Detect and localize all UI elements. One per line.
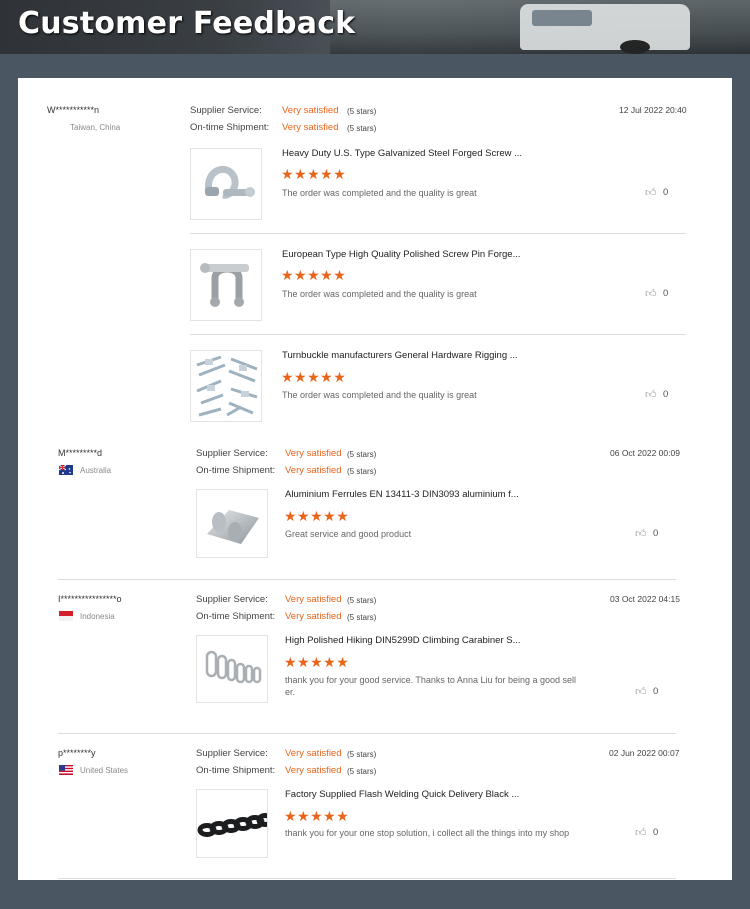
divider (58, 579, 676, 580)
united-states-flag-icon (59, 765, 73, 775)
product-thumbnail[interactable] (190, 148, 262, 220)
reviewer-country: Indonesia (80, 612, 115, 621)
on-time-shipment-rating: Very satisfied (285, 765, 342, 776)
product-rating-stars: ★★★★★ (284, 654, 350, 670)
like-count: 0 (653, 686, 659, 697)
reviewer-name: p********y (58, 748, 96, 758)
thumbs-up-icon[interactable]: 👍︎ (645, 287, 657, 300)
on-time-shipment-label: On-time Shipment: (196, 765, 276, 776)
supplier-service-stars: (5 stars) (347, 750, 377, 759)
supplier-service-label: Supplier Service: (190, 105, 262, 116)
thumbs-up-icon[interactable]: 👍︎ (645, 388, 657, 401)
reviewer-country: Taiwan, China (70, 123, 121, 132)
review-date: 02 Jun 2022 00:07 (609, 748, 680, 758)
divider (58, 733, 676, 734)
thumbs-up-icon[interactable]: 👍︎ (635, 826, 647, 839)
like-count: 0 (663, 389, 669, 400)
product-title-link[interactable]: European Type High Quality Polished Scre… (282, 249, 521, 260)
thumbs-up-icon[interactable]: 👍︎ (635, 527, 647, 540)
banner-truck-image (520, 4, 690, 54)
page-title: Customer Feedback (18, 6, 356, 41)
review-comment: thank you for your one stop solution, i … (285, 828, 570, 838)
divider (190, 334, 686, 335)
review-comment-line-2: er. (285, 687, 296, 697)
thumbs-up-icon[interactable]: 👍︎ (635, 685, 647, 698)
review-comment: Great service and good product (285, 529, 412, 539)
product-rating-stars: ★★★★★ (281, 267, 347, 283)
review-comment: The order was completed and the quality … (282, 188, 477, 198)
product-thumbnail[interactable] (196, 635, 268, 703)
product-thumbnail[interactable] (190, 249, 262, 321)
product-rating-stars: ★★★★★ (284, 508, 350, 524)
divider (58, 878, 676, 879)
product-title-link[interactable]: Aluminium Ferrules EN 13411-3 DIN3093 al… (285, 489, 519, 500)
supplier-service-rating: Very satisfied (282, 105, 339, 116)
supplier-service-rating: Very satisfied (285, 448, 342, 459)
reviewer-name: M*********d (58, 448, 103, 458)
review-date: 03 Oct 2022 04:15 (610, 594, 680, 604)
indonesia-flag-icon (59, 611, 73, 621)
review-comment: The order was completed and the quality … (282, 390, 477, 400)
on-time-shipment-label: On-time Shipment: (196, 465, 276, 476)
supplier-service-stars: (5 stars) (347, 450, 377, 459)
product-title-link[interactable]: Heavy Duty U.S. Type Galvanized Steel Fo… (282, 148, 522, 159)
product-rating-stars: ★★★★★ (281, 166, 347, 182)
on-time-shipment-rating: Very satisfied (285, 611, 342, 622)
thumbs-up-icon[interactable]: 👍︎ (645, 186, 657, 199)
product-title-link[interactable]: High Polished Hiking DIN5299D Climbing C… (285, 635, 521, 646)
product-title-link[interactable]: Factory Supplied Flash Welding Quick Del… (285, 789, 519, 800)
product-title-link[interactable]: Turnbuckle manufacturers General Hardwar… (282, 350, 518, 361)
reviewer-name: I****************o (58, 594, 122, 604)
supplier-service-stars: (5 stars) (347, 596, 377, 605)
australia-flag-icon (59, 465, 73, 475)
on-time-shipment-stars: (5 stars) (347, 124, 377, 133)
header-banner: Customer Feedback (0, 0, 750, 54)
on-time-shipment-stars: (5 stars) (347, 467, 377, 476)
supplier-service-rating: Very satisfied (285, 748, 342, 759)
supplier-service-label: Supplier Service: (196, 594, 268, 605)
on-time-shipment-rating: Very satisfied (282, 122, 339, 133)
divider (190, 233, 686, 234)
like-count: 0 (663, 187, 669, 198)
reviewer-name: W***********n (47, 105, 100, 115)
review-comment-line-1: thank you for your good service. Thanks … (285, 675, 577, 685)
review-date: 06 Oct 2022 00:09 (610, 448, 680, 458)
product-thumbnail[interactable] (196, 789, 268, 858)
like-count: 0 (653, 827, 659, 838)
like-count: 0 (663, 288, 669, 299)
on-time-shipment-stars: (5 stars) (347, 767, 377, 776)
product-thumbnail[interactable] (190, 350, 262, 422)
on-time-shipment-stars: (5 stars) (347, 613, 377, 622)
reviewer-country: Australia (80, 466, 112, 475)
review-comment: The order was completed and the quality … (282, 289, 477, 299)
supplier-service-label: Supplier Service: (196, 448, 268, 459)
supplier-service-stars: (5 stars) (347, 107, 377, 116)
reviewer-country: United States (80, 766, 129, 775)
product-rating-stars: ★★★★★ (284, 808, 350, 824)
on-time-shipment-label: On-time Shipment: (190, 122, 270, 133)
feedback-panel: W***********n Taiwan, China Supplier Ser… (18, 78, 732, 880)
like-count: 0 (653, 528, 659, 539)
product-rating-stars: ★★★★★ (281, 369, 347, 385)
product-thumbnail[interactable] (196, 489, 268, 558)
on-time-shipment-rating: Very satisfied (285, 465, 342, 476)
supplier-service-label: Supplier Service: (196, 748, 268, 759)
supplier-service-rating: Very satisfied (285, 594, 342, 605)
review-date: 12 Jul 2022 20:40 (619, 105, 687, 115)
on-time-shipment-label: On-time Shipment: (196, 611, 276, 622)
